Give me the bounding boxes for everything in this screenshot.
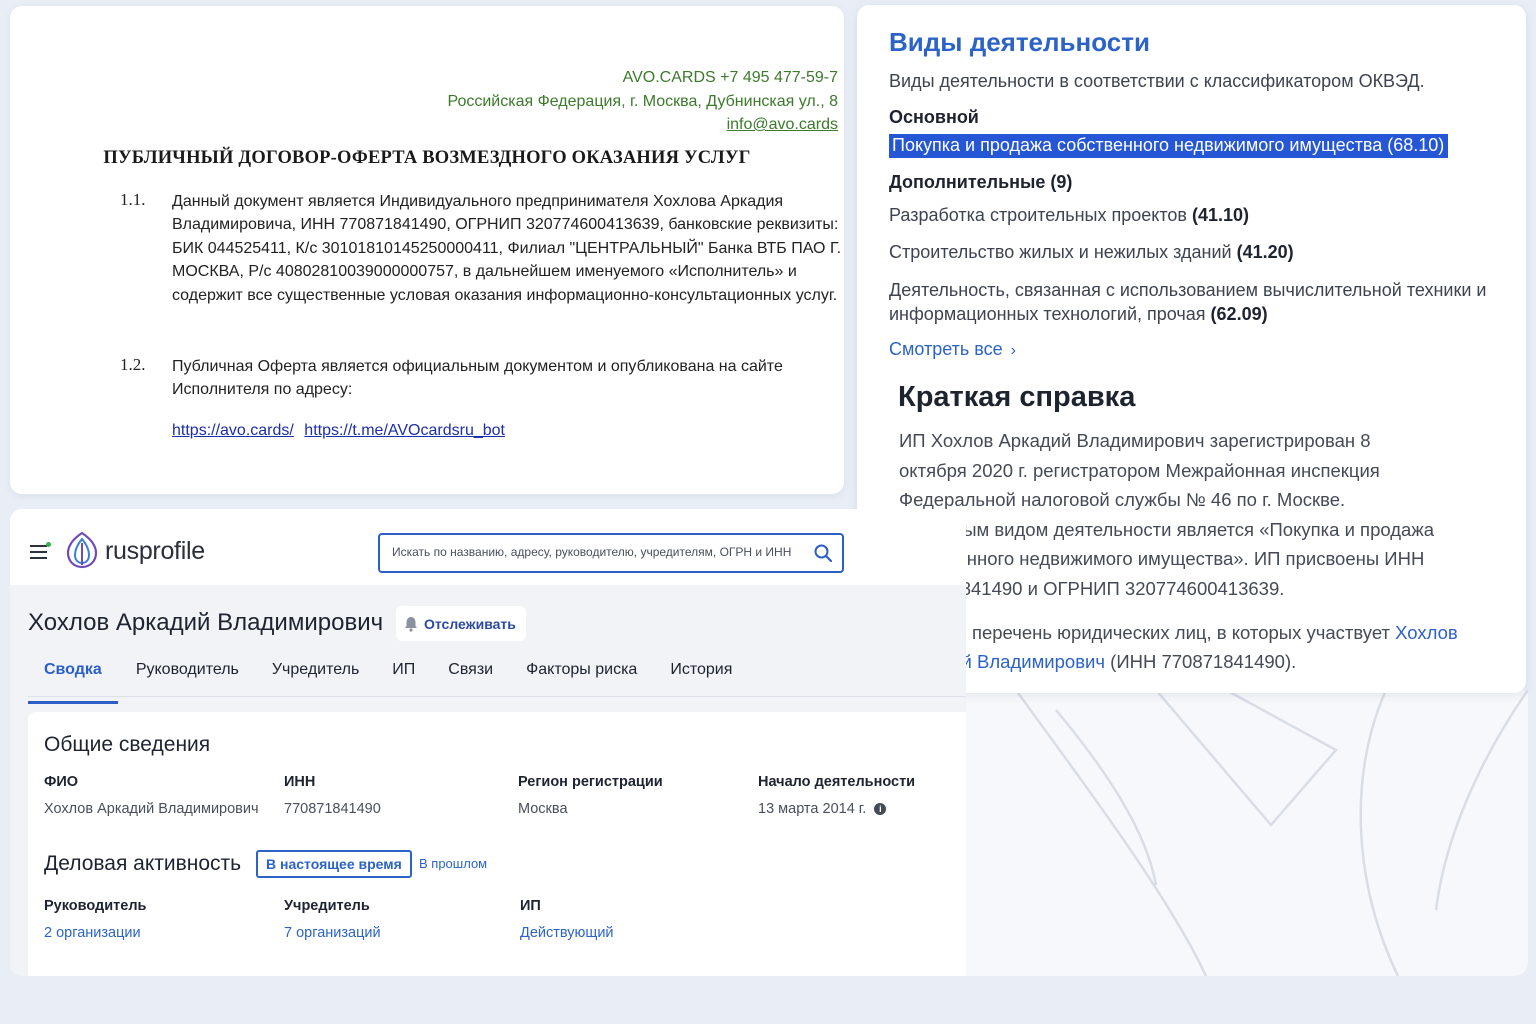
summary-entities-text: Полный перечень юридических лиц, в котор… [899,618,1459,676]
offer-document-card: AVO.CARDS +7 495 477-59-7 Российская Фед… [10,6,844,494]
segment-current[interactable]: В настоящее время [256,850,412,878]
tab-manager[interactable]: Руководитель [136,659,239,696]
main-activity-highlighted: Покупка и продажа собственного недвижимо… [889,134,1449,158]
document-links: https://avo.cards/ https://t.me/AVOcards… [172,422,511,440]
summary-entities-suffix: (ИНН 770871841490). [1110,651,1297,672]
telegram-bot-link[interactable]: https://t.me/AVOcardsru_bot [304,422,505,439]
founder-orgs-link[interactable]: 7 организаций [284,925,381,941]
start-value-row: 13 марта 2014 г. i [758,801,887,817]
document-address: Российская Федерация, г. Москва, Дубнинс… [447,92,838,110]
ip-status-link[interactable]: Действующий [520,925,614,941]
search-input[interactable] [392,545,792,559]
extra-activity-item: Разработка строительных проектов (41.10) [889,203,1509,227]
extra-activity-item: Строительство жилых и нежилых зданий (41… [889,240,1509,264]
profile-tabs: Сводка Руководитель Учредитель ИП Связи … [28,659,765,704]
region-value: Москва [518,801,568,817]
chevron-right-icon: › [1010,342,1016,359]
general-info-panel: Общие сведения ФИО Хохлов Аркадий Владим… [28,712,966,976]
fio-label: ФИО [44,774,79,790]
main-activity-label: Основной [889,107,979,127]
manager-orgs-link[interactable]: 2 организации [44,925,141,941]
track-button-label: Отслеживать [424,615,516,632]
activities-title: Виды деятельности [889,27,1150,57]
inn-label: ИНН [284,774,316,790]
track-button[interactable]: Отслеживать [396,606,526,641]
activity-code: (41.20) [1236,242,1294,262]
tab-connections[interactable]: Связи [448,659,493,696]
search-bar [378,533,844,573]
inn-value: 770871841490 [284,801,381,817]
decorative-lines-graphic [1014,690,1528,976]
rusprofile-logo-icon [66,531,98,569]
region-label: Регион регистрации [518,774,663,790]
tab-ip[interactable]: ИП [392,659,415,696]
ip-label: ИП [520,898,541,914]
page-title: Хохлов Аркадий Владимирович [28,609,384,636]
info-icon[interactable]: i [874,803,887,815]
document-header: AVO.CARDS +7 495 477-59-7 Российская Фед… [447,66,838,137]
clause-text: Публичная Оферта является официальным до… [172,358,783,399]
menu-icon[interactable] [30,542,51,563]
business-activity-title: Деловая активность [44,852,242,875]
document-email-link[interactable]: info@avo.cards [727,116,838,133]
tab-summary[interactable]: Сводка [28,659,118,704]
summary-text: ИП Хохлов Аркадий Владимирович зарегистр… [899,430,1434,599]
background-decoration [966,690,1528,976]
extra-activity-item: Деятельность, связанная с использованием… [889,278,1517,326]
see-all-link[interactable]: Смотреть все › [889,339,1016,360]
fio-value: Хохлов Аркадий Владимирович [44,801,259,817]
bell-icon [405,616,417,632]
search-icon[interactable] [813,543,833,563]
extra-activities-label: Дополнительные (9) [889,172,1073,192]
rusprofile-logo-text[interactable]: rusprofile [105,537,205,566]
site-header: rusprofile [10,509,966,585]
segment-past[interactable]: В прошлом [419,856,487,871]
rusprofile-screenshot: rusprofile Хохлов Аркадий Владимирович О… [10,509,966,976]
activity-name: Деятельность, связанная с использованием… [889,280,1487,324]
see-all-label: Смотреть все [889,339,1003,359]
start-label: Начало деятельности [758,774,916,790]
tabs-divider [28,696,966,697]
tab-founder[interactable]: Учредитель [272,659,359,696]
site-link[interactable]: https://avo.cards/ [172,422,294,439]
summary-entities-prefix: Полный перечень юридических лиц, в котор… [899,622,1390,643]
activity-code: (41.10) [1191,205,1250,225]
manager-label: Руководитель [44,898,147,914]
clause-number: 1.1. [120,190,146,209]
clause-text: Данный документ является Индивидуального… [172,193,842,304]
summary-title: Краткая справка [898,381,1136,413]
document-company-phone: AVO.CARDS +7 495 477-59-7 [622,69,838,86]
document-title: ПУБЛИЧНЫЙ ДОГОВОР-ОФЕРТА ВОЗМЕЗДНОГО ОКА… [103,148,751,168]
tab-history[interactable]: История [670,659,732,696]
tab-risk-factors[interactable]: Факторы риска [526,659,637,696]
founder-label: Учредитель [284,898,370,914]
start-value: 13 марта 2014 г. [758,801,867,817]
clause-number: 1.2. [120,355,146,374]
activities-subtitle: Виды деятельности в соответствии с класс… [889,71,1425,91]
activity-code: (62.09) [1210,304,1268,324]
activity-name: Разработка строительных проектов [889,205,1187,225]
activity-name: Строительство жилых и нежилых зданий [889,242,1232,262]
general-info-title: Общие сведения [44,733,211,756]
